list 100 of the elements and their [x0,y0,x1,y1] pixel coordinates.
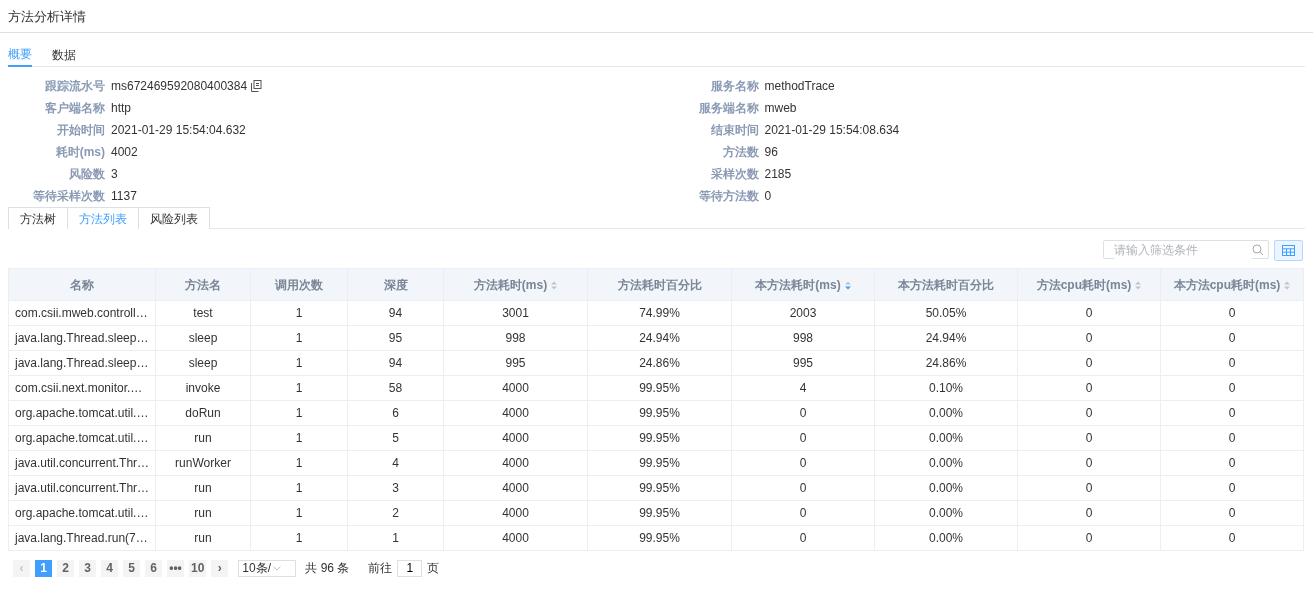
table-cell: 995 [443,350,588,376]
column-header[interactable]: 名称 [8,268,156,301]
column-header[interactable]: 方法耗时(ms) [443,268,588,301]
table-cell: 24.94% [587,325,732,351]
table-cell: 50.05% [874,300,1018,326]
page-button[interactable]: 4 [101,559,118,577]
table-cell: org.apache.tomcat.util.… [8,425,156,451]
table-cell: 0 [1017,325,1161,351]
table-cell: 0 [731,500,875,526]
table-cell: sleep [155,325,251,351]
field-label: 等待采样次数 [32,188,106,205]
table-cell: 3 [347,475,444,501]
page-input[interactable]: 1 [397,559,423,577]
table-cell: invoke [155,375,251,401]
table-cell: org.apache.tomcat.util.… [8,400,156,426]
column-header[interactable]: 方法耗时百分比 [587,268,732,301]
page-size-select[interactable]: 10条/ [238,559,297,577]
table-cell: 99.95% [587,475,732,501]
table-cell: doRun [155,400,251,426]
tab[interactable]: 概要 [8,45,32,67]
table-cell: 998 [731,325,875,351]
table-cell: 99.95% [587,500,732,526]
table-cell: 4000 [443,525,588,551]
table-cell: 0 [1017,475,1161,501]
table-cell: 1 [250,350,348,376]
table-cell: 1 [250,375,348,401]
table-cell: 1 [250,500,348,526]
table-cell: java.lang.Thread.run(7… [8,525,156,551]
page-button[interactable]: 6 [145,559,162,577]
next-page-button[interactable]: › [211,559,229,577]
table-cell: run [155,500,251,526]
table-cell: 0 [1160,475,1304,501]
page-button[interactable]: 10 [189,559,207,577]
column-header[interactable]: 方法名 [155,268,251,301]
table-cell: 995 [731,350,875,376]
table-cell: 0 [731,525,875,551]
table-cell: 0 [1017,525,1161,551]
table-cell: 4000 [443,400,588,426]
table-cell: 0 [731,450,875,476]
table-cell: 1 [250,425,348,451]
table-cell: 0 [1160,400,1304,426]
table-cell: 0 [1160,425,1304,451]
tab[interactable]: 数据 [52,45,76,67]
search-field[interactable]: 请输入筛选条件 [1103,240,1269,259]
tab[interactable]: 方法列表 [67,207,139,229]
table-cell: 0.00% [874,450,1018,476]
field-value: 2021-01-29 15:54:04.632 [111,122,246,139]
table-cell: 0 [1160,300,1304,326]
page-button[interactable]: 2 [57,559,74,577]
field-label: 开始时间 [56,122,106,139]
table-cell: 1 [250,325,348,351]
table-cell: 0 [1017,500,1161,526]
table-cell: 3001 [443,300,588,326]
table-cell: 0.00% [874,400,1018,426]
column-header[interactable]: 深度 [347,268,444,301]
table-cell: 2003 [731,300,875,326]
page-button[interactable]: 5 [123,559,140,577]
table-cell: test [155,300,251,326]
table-cell: 4000 [443,425,588,451]
field-value: 1137 [111,188,137,205]
table-cell: java.lang.Thread.sleep… [8,325,156,351]
table-cell: run [155,525,251,551]
page-button[interactable]: 1 [35,559,52,577]
column-header[interactable]: 本方法耗时(ms) [731,268,875,301]
table-cell: 0.00% [874,525,1018,551]
table-cell: 998 [443,325,588,351]
table-cell: org.apache.tomcat.util.… [8,500,156,526]
field-label: 客户端名称 [44,100,106,117]
table-cell: java.util.concurrent.Thr… [8,475,156,501]
tab[interactable]: 方法树 [8,207,68,229]
table-cell: sleep [155,350,251,376]
field-value: 2021-01-29 15:54:08.634 [764,122,900,139]
table-cell: java.util.concurrent.Thr… [8,450,156,476]
table-cell: 99.95% [587,375,732,401]
table-cell: 1 [250,475,348,501]
field-value: http [111,100,131,117]
field-value: 4002 [111,144,138,161]
field-label: 服务名称 [709,78,760,95]
column-header[interactable]: 本方法耗时百分比 [874,268,1018,301]
column-header[interactable]: 本方法cpu耗时(ms) [1160,268,1304,301]
table-cell: 0 [731,400,875,426]
field-label: 采样次数 [709,166,760,183]
page-button[interactable]: 3 [79,559,96,577]
table-cell: 99.95% [587,525,732,551]
field-label: 结束时间 [709,122,760,139]
tab[interactable]: 风险列表 [138,207,210,229]
table-cell: 94 [347,350,444,376]
table-cell: 0 [1160,525,1304,551]
column-header[interactable]: 方法cpu耗时(ms) [1017,268,1161,301]
column-header[interactable]: 调用次数 [250,268,348,301]
table-cell: 0 [731,425,875,451]
page-button[interactable]: ••• [167,559,184,577]
field-label: 耗时(ms) [54,144,106,161]
table-cell: 1 [250,400,348,426]
table-cell: 0 [1017,350,1161,376]
table-cell: runWorker [155,450,251,476]
table-cell: java.lang.Thread.sleep… [8,350,156,376]
table-cell: 0 [1160,500,1304,526]
table-cell: 4000 [443,475,588,501]
table-cell: 4 [731,375,875,401]
